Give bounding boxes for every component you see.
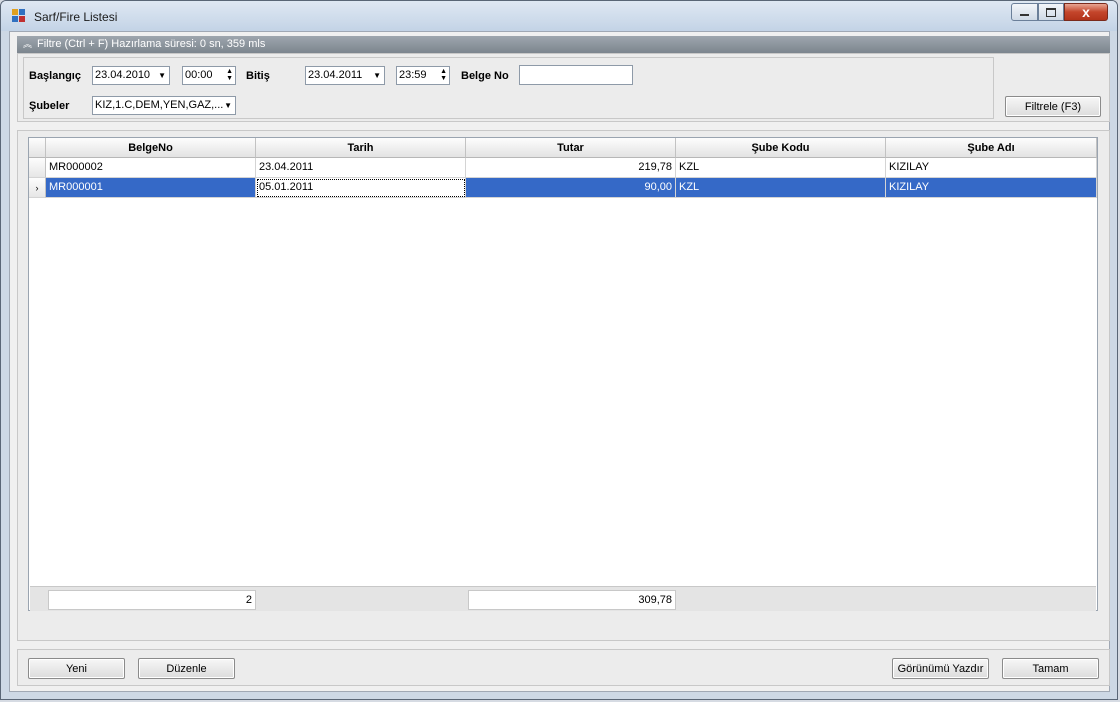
cell-tutar[interactable]: 90,00 [466,178,676,198]
cell-sube-kodu[interactable]: KZL [676,178,886,198]
filter-panel: Başlangıç 23.04.2010 ▼ 00:00 ▲ ▼ Bitiş 23… [17,53,1110,122]
dropdown-arrow-icon: ▼ [224,101,232,110]
app-icon [12,9,26,23]
maximize-button[interactable] [1038,3,1064,21]
footer-total: 309,78 [468,590,676,610]
close-icon: x [1082,4,1090,20]
footer-count: 2 [48,590,256,610]
doc-no-input[interactable] [519,65,633,85]
doc-no-label: Belge No [461,70,509,82]
end-label: Bitiş [246,70,270,82]
collapse-chevron-icon: ︽ [23,39,33,49]
row-indicator[interactable] [29,158,46,178]
cell-belgeno[interactable]: MR000002 [46,158,256,178]
cell-sube-adi[interactable]: KIZILAY [886,178,1097,198]
spin-icon: ▲ ▼ [440,68,447,82]
dropdown-arrow-icon: ▼ [373,71,381,80]
data-grid[interactable]: BelgeNo Tarih Tutar Şube Kodu Şube Adı M… [28,137,1098,611]
dropdown-arrow-icon: ▼ [158,71,166,80]
row-header-corner [29,138,46,158]
branches-label: Şubeler [29,100,70,112]
close-button[interactable]: x [1064,3,1108,21]
end-date-picker[interactable]: 23.04.2011 ▼ [305,66,385,85]
column-header-tarih[interactable]: Tarih [256,138,466,158]
start-time-value: 00:00 [185,69,213,81]
end-date-value: 23.04.2011 [308,69,363,81]
filter-header[interactable]: ︽ Filtre (Ctrl + F) Hazırlama süresi: 0 s… [17,36,1110,53]
edit-button[interactable]: Düzenle [138,658,235,679]
ok-button[interactable]: Tamam [1002,658,1099,679]
cell-tarih[interactable]: 05.01.2011 [256,178,466,198]
cell-tutar[interactable]: 219,78 [466,158,676,178]
cell-sube-kodu[interactable]: KZL [676,158,886,178]
start-label: Başlangıç [29,70,81,82]
grid-frame: BelgeNo Tarih Tutar Şube Kodu Şube Adı M… [17,130,1110,641]
cell-sube-adi[interactable]: KIZILAY [886,158,1097,178]
row-pointer-icon[interactable]: › [29,178,46,198]
column-header-sube-kodu[interactable]: Şube Kodu [676,138,886,158]
column-header-sube-adi[interactable]: Şube Adı [886,138,1097,158]
column-header-tutar[interactable]: Tutar [466,138,676,158]
minimize-icon [1020,14,1029,16]
grid-footer: 2 309,78 [30,586,1096,611]
start-date-value: 23.04.2010 [95,69,151,81]
main-window: Sarf/Fire Listesi x ︽ Filtre (Ctrl + F) H… [0,0,1118,700]
end-time-value: 23:59 [399,69,427,81]
end-time-spinner[interactable]: 23:59 ▲ ▼ [396,66,450,85]
cell-tarih[interactable]: 23.04.2011 [256,158,466,178]
new-button[interactable]: Yeni [28,658,125,679]
minimize-button[interactable] [1011,3,1038,21]
start-date-picker[interactable]: 23.04.2010 ▼ [92,66,170,85]
title-bar: Sarf/Fire Listesi x [1,1,1117,31]
filter-header-text: Filtre (Ctrl + F) Hazırlama süresi: 0 sn… [37,38,266,50]
bottom-button-bar: Yeni Düzenle Görünümü Yazdır Tamam [17,649,1110,686]
window-title: Sarf/Fire Listesi [34,10,118,24]
spin-icon: ▲ ▼ [226,68,233,82]
maximize-icon [1046,7,1056,17]
print-view-button[interactable]: Görünümü Yazdır [892,658,989,679]
cell-belgeno[interactable]: MR000001 [46,178,256,198]
filter-fields-group: Başlangıç 23.04.2010 ▼ 00:00 ▲ ▼ Bitiş 23… [23,57,994,119]
filter-button[interactable]: Filtrele (F3) [1005,96,1101,117]
client-area: ︽ Filtre (Ctrl + F) Hazırlama süresi: 0 s… [9,31,1110,692]
column-header-belgeno[interactable]: BelgeNo [46,138,256,158]
branches-value: KIZ,1.C,DEM,YEN,GAZ,... [95,99,224,111]
branches-select[interactable]: KIZ,1.C,DEM,YEN,GAZ,... ▼ [92,96,236,115]
start-time-spinner[interactable]: 00:00 ▲ ▼ [182,66,236,85]
